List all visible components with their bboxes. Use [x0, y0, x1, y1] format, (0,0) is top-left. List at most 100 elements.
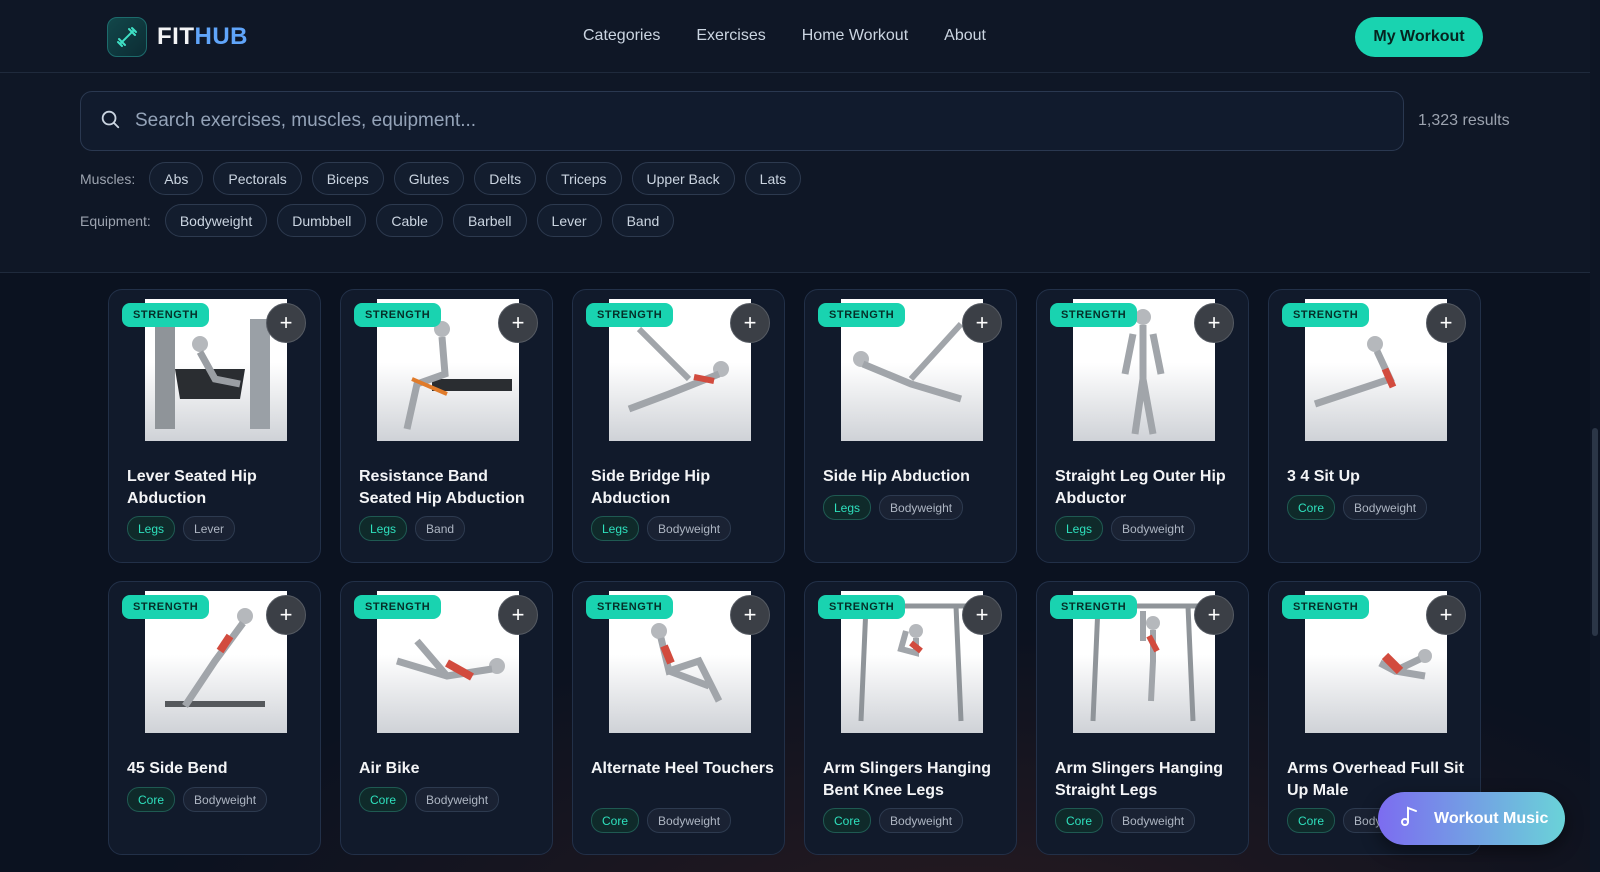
muscle-chip-delts[interactable]: Delts	[474, 162, 537, 195]
add-to-workout-button[interactable]: +	[962, 595, 1002, 635]
muscle-chip-triceps[interactable]: Triceps	[546, 162, 622, 195]
exercise-tags: Legs Bodyweight	[591, 516, 732, 541]
muscle-chip-lats[interactable]: Lats	[744, 162, 802, 195]
equipment-tag[interactable]: Bodyweight	[647, 516, 732, 541]
equipment-chip-dumbbell[interactable]: Dumbbell	[277, 204, 367, 237]
category-tag[interactable]: Core	[591, 808, 640, 833]
equipment-tag[interactable]: Bodyweight	[647, 808, 732, 833]
equipment-chip-bodyweight[interactable]: Bodyweight	[164, 204, 268, 237]
add-to-workout-button[interactable]: +	[1426, 303, 1466, 343]
exercise-tags: Legs Band	[359, 516, 466, 541]
muscle-chip-biceps[interactable]: Biceps	[311, 162, 384, 195]
workout-music-button[interactable]: Workout Music	[1378, 792, 1565, 845]
category-tag[interactable]: Core	[1287, 495, 1336, 520]
equipment-chip-lever[interactable]: Lever	[536, 204, 602, 237]
equipment-tag[interactable]: Bodyweight	[1111, 516, 1196, 541]
exercise-card[interactable]: STRENGTH + Side Bridge Hip Abduction Leg…	[572, 289, 785, 563]
equipment-tag[interactable]: Bodyweight	[879, 808, 964, 833]
equipment-filter-row: Equipment: Bodyweight Dumbbell Cable Bar…	[80, 204, 675, 237]
nav-home-workout[interactable]: Home Workout	[802, 27, 908, 45]
add-to-workout-button[interactable]: +	[1194, 303, 1234, 343]
category-tag[interactable]: Core	[359, 787, 408, 812]
add-to-workout-button[interactable]: +	[498, 595, 538, 635]
muscle-chip-pectorals[interactable]: Pectorals	[213, 162, 302, 195]
category-tag[interactable]: Core	[1287, 808, 1336, 833]
equipment-chip-barbell[interactable]: Barbell	[452, 204, 527, 237]
muscle-chip-abs[interactable]: Abs	[149, 162, 204, 195]
exercise-title[interactable]: Arm Slingers Hanging Bent Knee Legs	[823, 758, 1008, 802]
filter-panel: 1,323 results Muscles: Abs Pectorals Bic…	[0, 73, 1590, 273]
exercise-title[interactable]: Side Hip Abduction	[823, 466, 1008, 488]
add-to-workout-button[interactable]: +	[266, 303, 306, 343]
nav-exercises[interactable]: Exercises	[696, 27, 765, 45]
exercise-title[interactable]: Arm Slingers Hanging Straight Legs	[1055, 758, 1240, 802]
equipment-tag[interactable]: Bodyweight	[1111, 808, 1196, 833]
exercise-card[interactable]: STRENGTH + Resistance Band Seated Hip Ab…	[340, 289, 553, 563]
exercise-card[interactable]: STRENGTH + Alternate Heel Touchers Core …	[572, 581, 785, 855]
exercise-title[interactable]: Side Bridge Hip Abduction	[591, 466, 776, 510]
add-to-workout-button[interactable]: +	[730, 303, 770, 343]
exercise-tags: Core Bodyweight	[1055, 808, 1196, 833]
exercise-title[interactable]: Air Bike	[359, 758, 544, 780]
type-badge: STRENGTH	[818, 303, 906, 327]
plus-icon: +	[743, 602, 757, 627]
exercise-card[interactable]: STRENGTH + Arm Slingers Hanging Bent Kne…	[804, 581, 1017, 855]
equipment-tag[interactable]: Bodyweight	[183, 787, 268, 812]
equipment-label: Equipment:	[80, 212, 151, 229]
type-badge: STRENGTH	[586, 595, 674, 619]
category-tag[interactable]: Legs	[127, 516, 176, 541]
category-tag[interactable]: Core	[127, 787, 176, 812]
plus-icon: +	[1207, 602, 1221, 627]
category-tag[interactable]: Legs	[823, 495, 872, 520]
exercise-title[interactable]: 3 4 Sit Up	[1287, 466, 1472, 488]
exercise-card[interactable]: STRENGTH + Air Bike Core Bodyweight	[340, 581, 553, 855]
equipment-tag[interactable]: Bodyweight	[879, 495, 964, 520]
category-tag[interactable]: Legs	[1055, 516, 1104, 541]
exercise-card[interactable]: STRENGTH + Side Hip Abduction Legs Bodyw…	[804, 289, 1017, 563]
muscle-filter-row: Muscles: Abs Pectorals Biceps Glutes Del…	[80, 162, 802, 195]
exercise-card[interactable]: STRENGTH + 3 4 Sit Up Core Bodyweight	[1268, 289, 1481, 563]
plus-icon: +	[1439, 602, 1453, 627]
exercise-tags: Legs Lever	[127, 516, 236, 541]
add-to-workout-button[interactable]: +	[730, 595, 770, 635]
category-tag[interactable]: Core	[823, 808, 872, 833]
exercise-title[interactable]: Straight Leg Outer Hip Abductor	[1055, 466, 1240, 510]
equipment-chip-band[interactable]: Band	[611, 204, 675, 237]
equipment-tag[interactable]: Band	[415, 516, 466, 541]
exercise-tags: Legs Bodyweight	[823, 495, 964, 520]
muscles-label: Muscles:	[80, 170, 136, 187]
muscle-chip-glutes[interactable]: Glutes	[393, 162, 465, 195]
add-to-workout-button[interactable]: +	[1426, 595, 1466, 635]
add-to-workout-button[interactable]: +	[1194, 595, 1234, 635]
logo[interactable]: FITHUB	[107, 17, 248, 57]
exercise-card[interactable]: STRENGTH + Arm Slingers Hanging Straight…	[1036, 581, 1249, 855]
exercise-title[interactable]: Lever Seated Hip Abduction	[127, 466, 312, 510]
muscle-chip-upper-back[interactable]: Upper Back	[631, 162, 735, 195]
category-tag[interactable]: Legs	[359, 516, 408, 541]
exercise-title[interactable]: Resistance Band Seated Hip Abduction	[359, 466, 544, 510]
category-tag[interactable]: Legs	[591, 516, 640, 541]
equipment-tag[interactable]: Bodyweight	[1343, 495, 1428, 520]
exercise-title[interactable]: 45 Side Bend	[127, 758, 312, 780]
equipment-chip-cable[interactable]: Cable	[376, 204, 443, 237]
my-workout-button[interactable]: My Workout	[1355, 17, 1483, 57]
equipment-tag[interactable]: Bodyweight	[415, 787, 500, 812]
add-to-workout-button[interactable]: +	[498, 303, 538, 343]
exercise-card[interactable]: STRENGTH + Lever Seated Hip Abduction Le…	[108, 289, 321, 563]
nav-categories[interactable]: Categories	[583, 27, 660, 45]
nav-about[interactable]: About	[944, 27, 986, 45]
exercise-card[interactable]: STRENGTH + Straight Leg Outer Hip Abduct…	[1036, 289, 1249, 563]
type-badge: STRENGTH	[818, 595, 906, 619]
add-to-workout-button[interactable]: +	[266, 595, 306, 635]
plus-icon: +	[1439, 310, 1453, 335]
category-tag[interactable]: Core	[1055, 808, 1104, 833]
plus-icon: +	[975, 310, 989, 335]
plus-icon: +	[511, 602, 525, 627]
search-bar[interactable]	[80, 91, 1404, 151]
exercise-card[interactable]: STRENGTH + 45 Side Bend Core Bodyweight	[108, 581, 321, 855]
exercise-title[interactable]: Alternate Heel Touchers	[591, 758, 776, 780]
scrollbar-thumb[interactable]	[1592, 428, 1598, 636]
add-to-workout-button[interactable]: +	[962, 303, 1002, 343]
search-input[interactable]	[135, 110, 1403, 132]
equipment-tag[interactable]: Lever	[183, 516, 236, 541]
